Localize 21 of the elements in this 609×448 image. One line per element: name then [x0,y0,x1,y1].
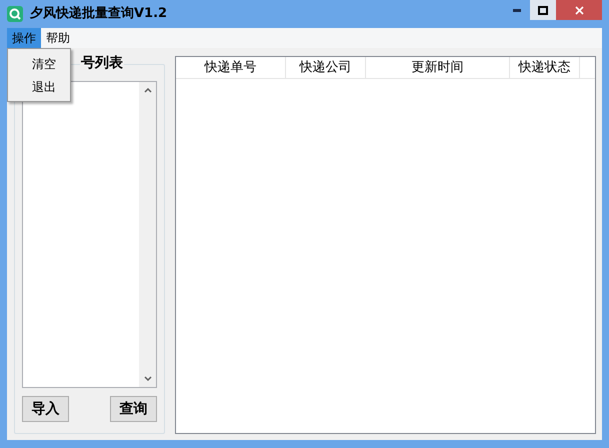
column-header[interactable]: 更新时间 [366,57,510,78]
menu-item[interactable]: 帮助 [41,28,75,48]
action-button[interactable]: 查询 [110,396,157,422]
menu-option[interactable]: 退出 [8,75,70,98]
column-header[interactable]: 快递公司 [286,57,366,78]
column-header[interactable]: 快递单号 [176,57,286,78]
column-header[interactable]: 快递状态 [510,57,580,78]
close-button[interactable] [556,0,602,20]
action-button[interactable]: 导入 [22,396,69,422]
scroll-down-icon[interactable] [144,376,152,381]
maximize-button[interactable] [530,0,556,20]
minimize-icon [513,8,521,12]
app-icon [7,6,23,22]
window-title: 夕风快递批量查询V1.2 [30,4,168,24]
number-list-field[interactable] [22,81,157,388]
close-icon [574,6,584,14]
scroll-up-icon[interactable] [144,88,152,93]
menu-option[interactable]: 清空 [8,52,70,75]
maximize-icon [538,6,548,14]
menu-item[interactable]: 操作 [7,28,41,48]
scrollbar[interactable] [139,82,156,387]
